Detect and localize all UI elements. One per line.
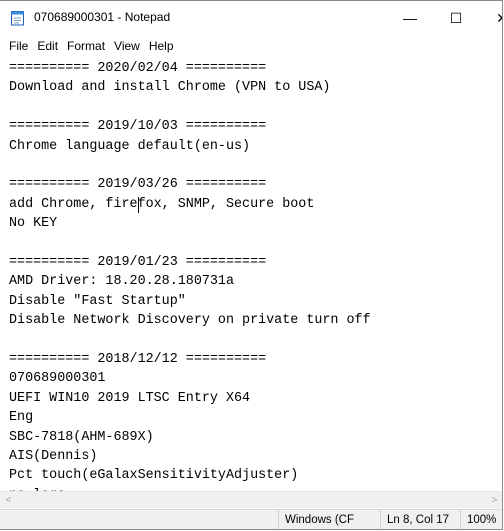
text-line: ========== 2019/10/03 ========== [9, 119, 267, 135]
maximize-button[interactable]: ☐ [433, 1, 479, 35]
status-cursor-position: Ln 8, Col 17 [380, 510, 460, 529]
menu-edit[interactable]: Edit [32, 36, 62, 56]
horizontal-scrollbar[interactable]: < > [0, 491, 502, 508]
text-line: ========== 2018/12/12 ========== [9, 352, 267, 367]
minimize-button[interactable]: — [387, 1, 433, 35]
scroll-right-icon[interactable]: > [486, 492, 502, 508]
text-line: ========== 2019/03/26 ========== [9, 177, 267, 193]
status-zoom: 100% [460, 510, 502, 529]
text-line: Download and install Chrome (VPN to USA) [9, 80, 331, 96]
text-line: Eng [9, 410, 34, 426]
status-encoding: Windows (CF [278, 510, 380, 529]
close-icon: ✕ [496, 10, 502, 27]
text-line: AMD Driver: 18.20.28.180731a [9, 274, 234, 290]
text-line: AIS(Dennis) [9, 449, 98, 464]
text-line: UEFI WIN10 2019 LTSC Entry X64 [9, 390, 251, 406]
menu-bar: File Edit Format View Help [0, 36, 502, 56]
minimize-icon: — [403, 10, 417, 26]
text-line: Disable "Fast Startup" [9, 293, 186, 309]
notepad-icon [11, 11, 24, 26]
text-line: ========== 2019/01/23 ========== [9, 255, 267, 270]
menu-format[interactable]: Format [62, 36, 109, 56]
window-title: 070689000301 - Notepad [34, 10, 171, 24]
status-bar: Windows (CF Ln 8, Col 17 100% [0, 509, 502, 529]
text-line: add Chrome, firefox, SNMP, Secure boot [9, 196, 315, 212]
title-bar[interactable]: 070689000301 - Notepad — ☐ ✕ [0, 1, 502, 35]
text-line: Pct touch(eGalaxSensitivityAdjuster) [9, 468, 299, 484]
menu-file[interactable]: File [0, 36, 32, 56]
text-line: Disable Network Discovery on private tur… [9, 313, 371, 329]
text-line: No KEY [9, 216, 58, 232]
menu-help[interactable]: Help [144, 36, 178, 56]
text-line: SBC-7818(AHM-689X) [9, 429, 154, 445]
text-line: Chrome language default(en-us) [9, 138, 251, 154]
text-line: ========== 2020/02/04 ========== [9, 61, 267, 76]
text-editor[interactable]: ========== 2020/02/04 ========== Download… [0, 57, 502, 491]
notepad-window: 070689000301 - Notepad — ☐ ✕ File Edit F… [0, 0, 503, 530]
close-button[interactable]: ✕ [479, 1, 502, 35]
menu-view[interactable]: View [109, 36, 144, 56]
scroll-left-icon[interactable]: < [0, 492, 17, 508]
maximize-icon: ☐ [449, 9, 463, 26]
text-line: 070689000301 [9, 371, 106, 387]
